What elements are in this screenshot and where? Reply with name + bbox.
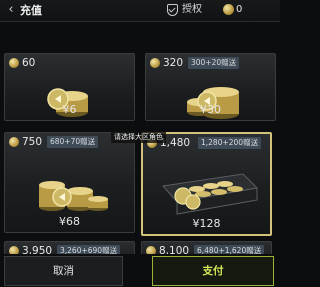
- footer-bar: 取消 支付: [0, 254, 280, 287]
- coin-stack-image: [39, 181, 108, 211]
- coin-amount: 8,100: [159, 245, 190, 254]
- pay-button[interactable]: 支付: [152, 256, 274, 286]
- coin-crate-image: [162, 173, 259, 215]
- coin-icon: [9, 246, 19, 254]
- package-card[interactable]: 750 680+70赠送 ¥68: [4, 132, 135, 233]
- package-card[interactable]: 320 300+20赠送 ¥30: [145, 53, 276, 121]
- coin-amount: 3,950: [22, 245, 53, 254]
- coin-icon: [9, 58, 19, 68]
- bonus-badge: 300+20赠送: [188, 57, 240, 69]
- bonus-badge: 680+70赠送: [47, 136, 99, 148]
- auth-label[interactable]: 授权: [182, 3, 202, 17]
- coin-icon: [223, 4, 234, 15]
- package-card[interactable]: 3,950 3,260+690赠送: [4, 241, 135, 254]
- package-card[interactable]: 8,100 6,480+1,620赠送: [141, 241, 272, 254]
- package-card-selected[interactable]: 1,480 1,280+200赠送 ¥128: [141, 132, 272, 236]
- bonus-badge: 3,260+690赠送: [57, 245, 121, 254]
- card-header: 3,950 3,260+690赠送: [5, 242, 134, 254]
- balance-value: 0: [236, 4, 243, 15]
- coin-icon: [150, 58, 160, 68]
- price: ¥30: [200, 103, 221, 116]
- package-card[interactable]: 60 ¥6: [4, 53, 135, 121]
- card-header: 8,100 6,480+1,620赠送: [142, 242, 271, 254]
- coin-amount: 750: [22, 136, 43, 148]
- bonus-badge: 1,280+200赠送: [198, 137, 262, 149]
- top-bar: ‹ 充值 授权 0: [0, 0, 280, 22]
- coin-icon: [146, 246, 156, 254]
- price: ¥6: [62, 103, 77, 116]
- region-tooltip: 请选择大区角色: [111, 131, 166, 143]
- price: ¥68: [59, 215, 80, 228]
- shield-check-icon[interactable]: [167, 4, 178, 16]
- coin-icon: [9, 137, 19, 147]
- price: ¥128: [192, 217, 221, 230]
- bonus-badge: 6,480+1,620赠送: [194, 245, 265, 254]
- coin-amount: 60: [22, 57, 36, 69]
- back-button[interactable]: ‹: [4, 2, 18, 18]
- cancel-button[interactable]: 取消: [4, 256, 123, 286]
- card-header: 60: [5, 54, 134, 72]
- coin-amount: 320: [163, 57, 184, 69]
- page-title: 充值: [20, 4, 42, 17]
- card-header: 320 300+20赠送: [146, 54, 275, 72]
